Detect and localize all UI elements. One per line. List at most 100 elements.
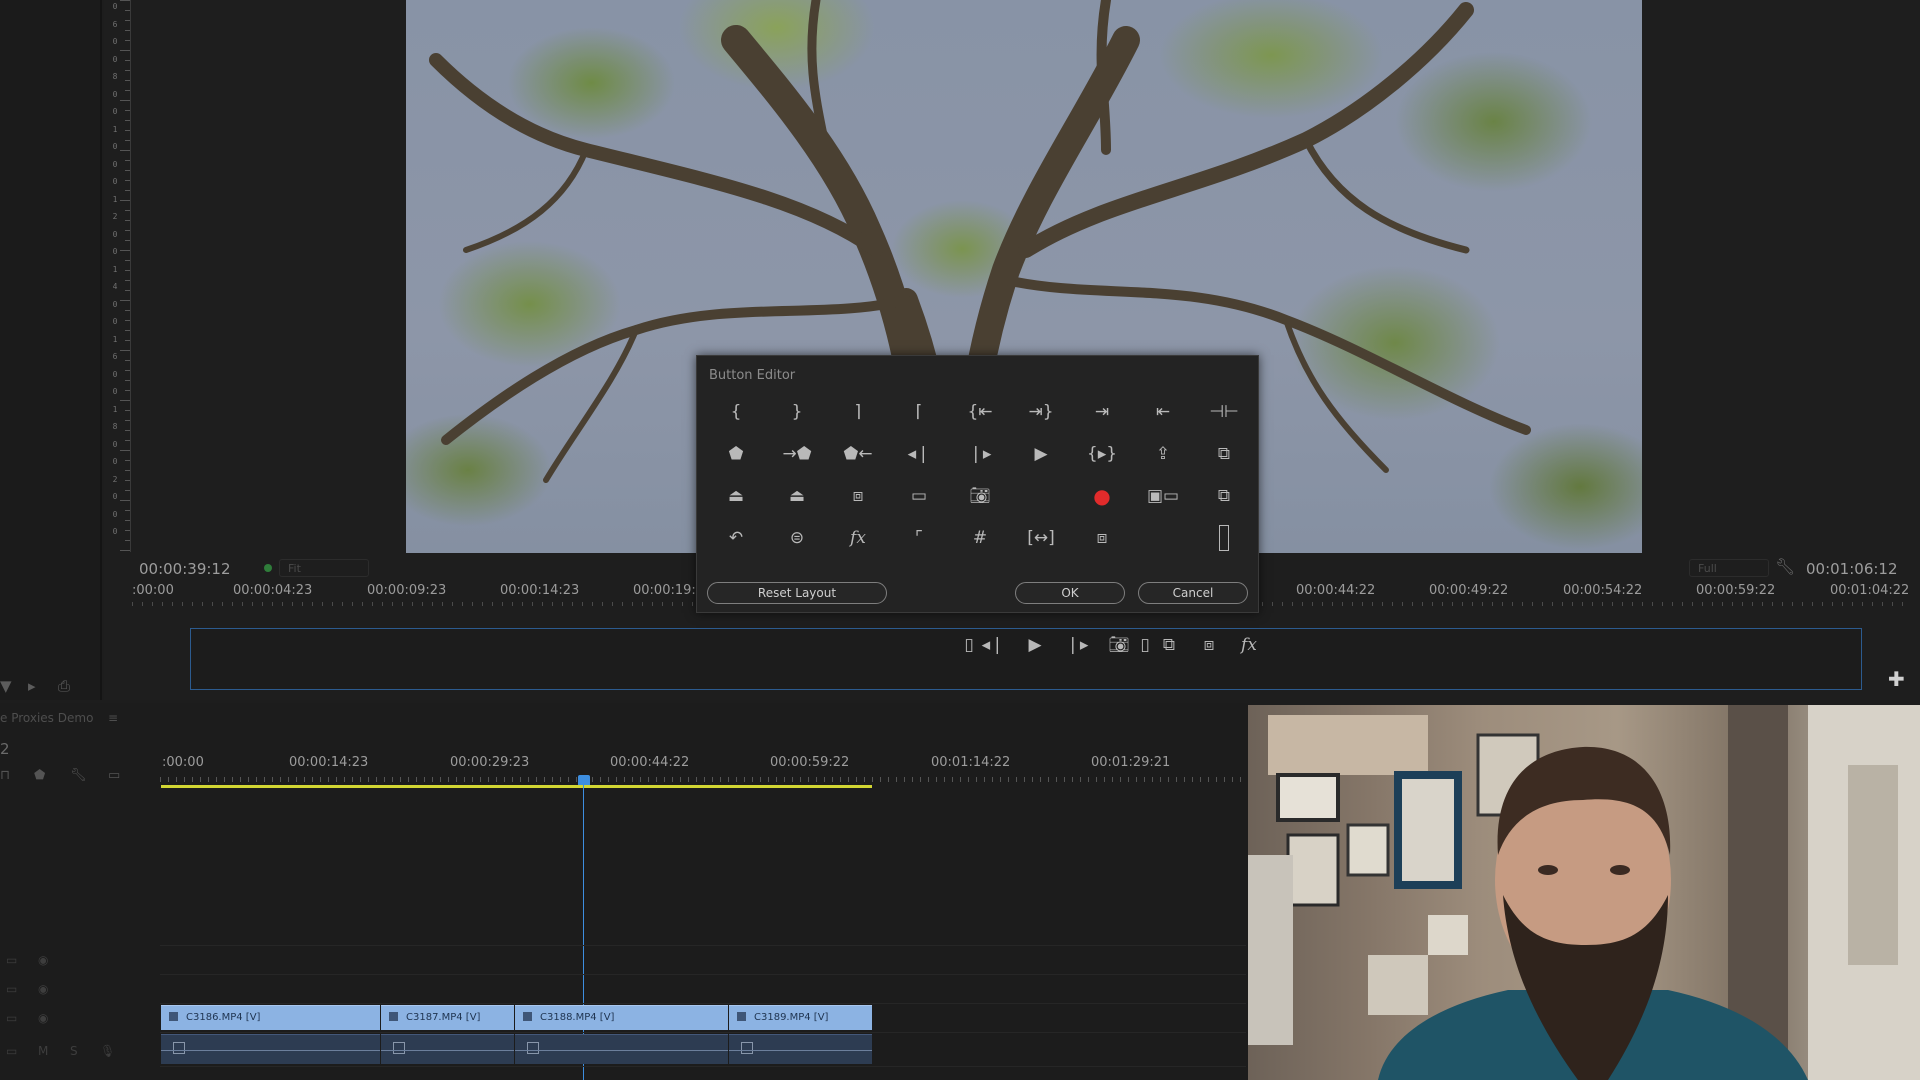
- step-back-icon[interactable]: ◂❘: [899, 438, 939, 470]
- wrench-icon[interactable]: 🔧︎: [70, 768, 87, 783]
- vr-video-icon[interactable]: ⧈: [1082, 522, 1122, 554]
- add-marker-icon[interactable]: ⬟: [716, 438, 756, 470]
- eye-icon[interactable]: ◉: [38, 982, 48, 996]
- ruler-number: 0: [112, 527, 118, 536]
- audio-clip[interactable]: [161, 1034, 380, 1064]
- track-toggle-icon[interactable]: ▭: [6, 982, 17, 996]
- ruler-tick: [125, 40, 130, 41]
- go-to-next-edit-icon[interactable]: ⇥: [1082, 396, 1122, 428]
- track-divider: [160, 1003, 1246, 1004]
- insert-icon[interactable]: ⧈: [838, 480, 878, 512]
- ruler-tick: [125, 510, 130, 511]
- mark-clip-icon[interactable]: ⌉: [838, 396, 878, 428]
- play-in-to-out-icon[interactable]: {▸}: [1082, 438, 1122, 470]
- proxy-icon[interactable]: ⌜: [899, 522, 939, 554]
- marker-icon[interactable]: ⬟: [34, 768, 45, 783]
- ruler-label: 00:00:19:2: [633, 583, 705, 598]
- share-icon[interactable]: ⎙: [58, 677, 70, 695]
- ruler-tick: [125, 120, 130, 121]
- record-icon[interactable]: ●: [1082, 480, 1122, 512]
- go-to-out-icon[interactable]: ⇥}: [1021, 396, 1061, 428]
- export-frame-icon[interactable]: 📷︎: [1105, 635, 1133, 655]
- wrench-icon[interactable]: 🔧︎: [1775, 557, 1795, 576]
- sequence-tab[interactable]: e Proxies Demo: [0, 711, 93, 725]
- ruler-number: 1: [112, 334, 118, 344]
- split-edit-icon[interactable]: ⊣⊢: [1204, 396, 1244, 428]
- go-to-previous-marker-icon[interactable]: ⬟←: [838, 438, 878, 470]
- ruler-tick: [120, 500, 130, 501]
- lift-icon[interactable]: ⏏: [716, 480, 756, 512]
- audio-clip[interactable]: [381, 1034, 514, 1064]
- trim-icon[interactable]: [↔]: [1021, 522, 1061, 554]
- filter-icon[interactable]: ▼: [0, 677, 12, 695]
- overwrite-icon[interactable]: ⧈: [1195, 635, 1223, 655]
- step-forward-icon[interactable]: ❘▸: [960, 438, 1000, 470]
- webcam-image: [1248, 705, 1920, 1080]
- safe-margins-icon[interactable]: ▭: [899, 480, 939, 512]
- playback-resolution-select[interactable]: Full: [1689, 559, 1769, 577]
- captions-icon[interactable]: ▭: [108, 768, 120, 783]
- mark-in-icon[interactable]: {: [716, 396, 756, 428]
- audio-clip-icon: [173, 1042, 185, 1054]
- play-icon[interactable]: ▶: [1021, 635, 1049, 655]
- eye-icon[interactable]: ◉: [38, 1011, 48, 1025]
- ok-button[interactable]: OK: [1015, 582, 1125, 604]
- insert-icon[interactable]: ⧉: [1155, 635, 1183, 655]
- webcam-overlay: [1248, 705, 1920, 1080]
- track-toggle-icon[interactable]: ▭: [6, 953, 17, 967]
- fx-icon[interactable]: fx: [1235, 635, 1263, 655]
- ruler-tick: [125, 240, 130, 241]
- panel-menu-icon[interactable]: ≡: [108, 711, 118, 725]
- audio-waveform: [161, 1050, 380, 1051]
- timeline-time-ruler[interactable]: :00:00 00:00:14:23 00:00:29:23 00:00:44:…: [160, 755, 1246, 785]
- video-clip[interactable]: C3186.MP4 [V]: [161, 1005, 380, 1030]
- extract-icon[interactable]: ⏏: [777, 480, 817, 512]
- export-icon[interactable]: ⇪: [1143, 438, 1183, 470]
- nest-icon[interactable]: ⊓: [0, 768, 10, 783]
- sequence-timecode[interactable]: 2: [0, 740, 10, 758]
- video-clip[interactable]: C3188.MP4 [V]: [515, 1005, 728, 1030]
- play-icon[interactable]: ▶: [1021, 438, 1061, 470]
- work-area-bar[interactable]: [161, 785, 872, 788]
- audio-clip[interactable]: [729, 1034, 872, 1064]
- reset-layout-button[interactable]: Reset Layout: [707, 582, 887, 604]
- audio-clip[interactable]: [515, 1034, 728, 1064]
- fx-icon[interactable]: fx: [838, 522, 878, 554]
- overwrite-icon[interactable]: ⧉: [1204, 480, 1244, 512]
- multi-camera-icon[interactable]: ⧉: [1204, 438, 1244, 470]
- track-toggle-icon[interactable]: ▭: [6, 1011, 17, 1025]
- export-frame-icon[interactable]: 📷︎: [960, 480, 1000, 512]
- step-forward-icon[interactable]: ❘▸: [1063, 635, 1091, 655]
- loop-icon[interactable]: ↶: [716, 522, 756, 554]
- go-to-previous-edit-icon[interactable]: ⇤: [1143, 396, 1183, 428]
- playhead-handle[interactable]: [578, 775, 590, 785]
- video-clip[interactable]: C3187.MP4 [V]: [381, 1005, 514, 1030]
- step-back-icon[interactable]: ◂❘: [979, 635, 1007, 655]
- ruler-number: 4: [112, 282, 118, 291]
- ruler-tick: [125, 230, 130, 231]
- cancel-button[interactable]: Cancel: [1138, 582, 1248, 604]
- insert-sequence-icon[interactable]: ▸: [28, 677, 36, 695]
- go-to-next-marker-icon[interactable]: →⬟: [777, 438, 817, 470]
- zoom-level-select[interactable]: Fit: [279, 559, 369, 577]
- comparison-view-icon[interactable]: ▣▭: [1143, 480, 1183, 512]
- grid-icon[interactable]: #: [960, 522, 1000, 554]
- button-editor-plus-icon[interactable]: ✚: [1888, 667, 1905, 691]
- track-toggle-icon[interactable]: ▭: [6, 1044, 17, 1058]
- ruler-label: 00:00:14:23: [500, 583, 580, 598]
- mark-in-point-icon[interactable]: ⌈: [899, 396, 939, 428]
- ruler-tick: [125, 140, 130, 141]
- ruler-tick: [120, 250, 130, 251]
- track-headers: ▭ ◉ ▭ ◉ ▭ ◉ ▭ M S 🎙︎: [0, 945, 160, 1080]
- project-tools: ▼ ▸ ⎙: [0, 675, 100, 699]
- spacer-icon[interactable]: [1204, 522, 1244, 554]
- mute-icon[interactable]: M: [38, 1044, 48, 1058]
- eye-icon[interactable]: ◉: [38, 953, 48, 967]
- microphone-icon[interactable]: 🎙︎: [100, 1044, 115, 1058]
- multicam-record-icon[interactable]: ⊜: [777, 522, 817, 554]
- go-to-in-icon[interactable]: {⇤: [960, 396, 1000, 428]
- solo-icon[interactable]: S: [70, 1044, 78, 1058]
- mark-out-icon[interactable]: }: [777, 396, 817, 428]
- playhead-timecode[interactable]: 00:00:39:12: [139, 560, 231, 578]
- video-clip[interactable]: C3189.MP4 [V]: [729, 1005, 872, 1030]
